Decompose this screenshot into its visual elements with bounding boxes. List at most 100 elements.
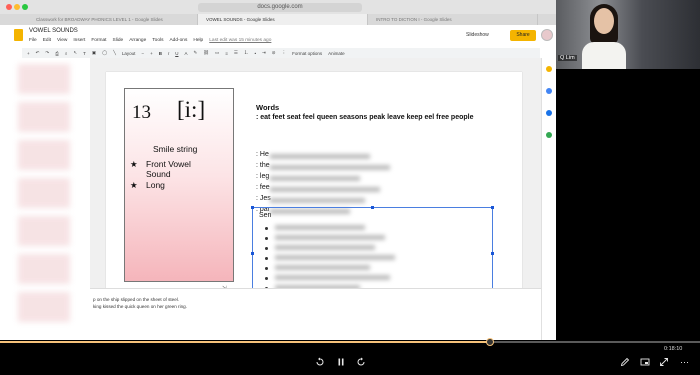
line-icon[interactable]: ╲	[113, 50, 116, 56]
zoom-icon[interactable]: ⌕	[65, 51, 68, 56]
resize-handle[interactable]	[251, 206, 254, 209]
share-button[interactable]: Share	[510, 30, 536, 41]
forward-icon[interactable]	[356, 357, 366, 367]
slide-filmstrip	[0, 58, 90, 340]
pen-icon[interactable]	[620, 357, 630, 367]
slide-thumbnail[interactable]	[18, 254, 70, 284]
close-window-icon[interactable]	[6, 4, 12, 10]
app-header: VOWEL SOUNDS File Edit View Insert Forma…	[0, 25, 556, 48]
fullscreen-icon[interactable]	[659, 357, 669, 367]
title-bar: docs.google.com	[0, 0, 556, 14]
vowel-card[interactable]: 13 [i:] Smile string ★ Front Vowel Sound…	[124, 88, 234, 282]
menu-format[interactable]: Format	[91, 38, 106, 43]
menu-file[interactable]: File	[29, 38, 37, 43]
smile-string-label: Smile string	[153, 144, 198, 154]
shape-icon[interactable]: ◯	[102, 50, 107, 56]
slide-thumbnail[interactable]	[18, 216, 70, 246]
ipa-symbol: [i:]	[177, 97, 206, 122]
star-icon: ★	[130, 180, 138, 190]
slide-thumbnail[interactable]	[18, 140, 70, 170]
underline-icon[interactable]: U	[175, 51, 178, 56]
words-list: : eat feet seat feel queen seasons peak …	[256, 114, 474, 121]
slideshow-button[interactable]: Slideshow	[460, 30, 495, 41]
tab-intro-diction[interactable]: INTRO TO DICTION I - Google Slides	[368, 14, 538, 25]
slide[interactable]: 13 [i:] Smile string ★ Front Vowel Sound…	[106, 72, 522, 304]
menu-addons[interactable]: Add-ons	[169, 38, 187, 43]
redo-icon[interactable]: ↷	[45, 50, 49, 56]
toolbar: + ↶ ↷ ⎙ ⌕ ↖ T ▣ ◯ ╲ Layout − + B I U A ✎…	[22, 48, 540, 58]
bullet-list-icon[interactable]: •	[254, 51, 256, 56]
bullet-dot	[265, 267, 268, 270]
menu-arrange[interactable]: Arrange	[129, 38, 146, 43]
resize-handle[interactable]	[491, 252, 494, 255]
highlight-icon[interactable]: ✎	[193, 50, 197, 56]
add-icon[interactable]: +	[27, 51, 30, 56]
presenter-body	[582, 42, 626, 69]
more-options-icon[interactable]: ⋯	[680, 357, 689, 367]
last-edit-link[interactable]: Last edit was 15 minutes ago	[209, 38, 271, 43]
tasks-icon[interactable]	[546, 88, 552, 94]
pause-icon[interactable]	[336, 357, 346, 367]
textbox-icon[interactable]: T	[83, 51, 86, 56]
document-title[interactable]: VOWEL SOUNDS	[29, 28, 78, 34]
italic-icon[interactable]: I	[168, 51, 169, 56]
sentences-textbox[interactable]: Sen	[251, 206, 494, 299]
comment-icon[interactable]: ▭	[215, 50, 219, 56]
align-icon[interactable]: ≡	[225, 51, 228, 56]
maps-icon[interactable]	[546, 132, 552, 138]
resize-handle[interactable]	[251, 252, 254, 255]
format-options-button[interactable]: Format options	[292, 51, 322, 56]
resize-handle[interactable]	[371, 206, 374, 209]
font-select[interactable]: Layout	[122, 51, 136, 56]
address-bar[interactable]: docs.google.com	[198, 3, 362, 12]
cue-line: : fee	[256, 184, 270, 191]
print-icon[interactable]: ⎙	[55, 51, 59, 56]
tab-classwork[interactable]: Classwork for BROADWAY PHONICS LEVEL 1 -…	[28, 14, 198, 25]
keep-icon[interactable]	[546, 66, 552, 72]
note-line: king kissed the quick queen on her green…	[93, 304, 187, 309]
slide-thumbnail[interactable]	[18, 64, 70, 94]
menu-edit[interactable]: Edit	[43, 38, 51, 43]
select-icon[interactable]: ↖	[73, 50, 77, 56]
slide-thumbnail[interactable]	[18, 292, 70, 322]
cue-line: : He	[256, 151, 269, 158]
clear-format-icon[interactable]: ⊘	[272, 50, 276, 56]
maximize-window-icon[interactable]	[22, 4, 28, 10]
bullet-dot	[265, 237, 268, 240]
browser-window: docs.google.com Classwork for BROADWAY P…	[0, 0, 556, 340]
font-size-down-icon[interactable]: −	[141, 51, 144, 56]
numbered-list-icon[interactable]: ⒈	[244, 50, 249, 56]
video-progress-bar[interactable]	[0, 338, 700, 346]
rewind-icon[interactable]	[315, 357, 325, 367]
more-icon[interactable]: ⋮	[282, 50, 287, 56]
resize-handle[interactable]	[491, 206, 494, 209]
minimize-window-icon[interactable]	[14, 4, 20, 10]
video-time: 0:18:10	[664, 346, 683, 352]
menu-slide[interactable]: Slide	[113, 38, 124, 43]
video-scrubber[interactable]	[486, 338, 494, 346]
menu-tools[interactable]: Tools	[152, 38, 163, 43]
cue-line: : the	[256, 162, 270, 169]
speaker-notes[interactable]: p on the ship slipped on the sheet of st…	[90, 288, 541, 340]
line-spacing-icon[interactable]: ☰	[234, 50, 238, 56]
text-color-icon[interactable]: A	[184, 51, 187, 56]
redacted-text	[270, 176, 360, 181]
picture-in-picture-icon[interactable]	[640, 357, 650, 367]
undo-icon[interactable]: ↶	[36, 50, 40, 56]
calendar-icon[interactable]	[546, 110, 552, 116]
slide-thumbnail[interactable]	[18, 178, 70, 208]
font-size-up-icon[interactable]: +	[150, 51, 153, 56]
tab-vowel-sounds[interactable]: VOWEL SOUNDS - Google Slides	[198, 14, 368, 25]
image-icon[interactable]: ▣	[92, 50, 96, 56]
menu-view[interactable]: View	[57, 38, 67, 43]
video-progress-fill	[0, 341, 490, 343]
menu-insert[interactable]: Insert	[73, 38, 85, 43]
link-icon[interactable]: ⛓	[203, 50, 209, 56]
slide-thumbnail[interactable]	[18, 102, 70, 132]
animate-button[interactable]: Animate	[328, 51, 345, 56]
indent-icon[interactable]: ⇥	[262, 50, 266, 56]
slides-logo-icon[interactable]	[14, 29, 23, 41]
avatar[interactable]	[541, 29, 553, 41]
bold-icon[interactable]: B	[159, 51, 162, 56]
menu-help[interactable]: Help	[193, 38, 203, 43]
